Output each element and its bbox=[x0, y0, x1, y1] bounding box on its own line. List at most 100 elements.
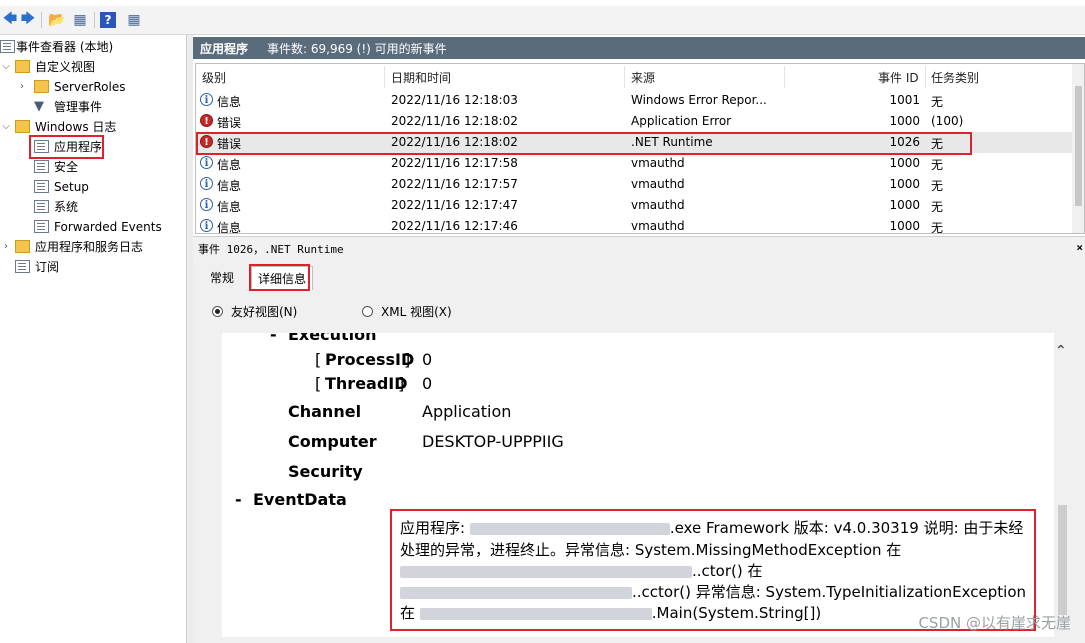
error-icon: ! bbox=[200, 114, 213, 127]
radio-label: XML 视图(X) bbox=[381, 305, 452, 319]
highlight-box bbox=[196, 132, 972, 155]
tree-item-label: Forwarded Events bbox=[54, 220, 162, 234]
event-data-line: 应用程序: .exe Framework 版本: v4.0.30319 说明: … bbox=[400, 517, 1023, 538]
xml-bracket: [ bbox=[315, 374, 322, 393]
radio-label: 友好视图(N) bbox=[231, 305, 298, 319]
xml-value-threadid: 0 bbox=[422, 374, 433, 393]
detail-tabs: 常规 详细信息 bbox=[193, 259, 1085, 291]
event-data-text: 应用程序: bbox=[400, 519, 470, 537]
collapse-chevron-icon[interactable]: ⌵ bbox=[0, 57, 12, 77]
event-level: 信息 bbox=[217, 95, 242, 109]
column-header-task[interactable]: 任务类别 bbox=[931, 69, 979, 86]
event-task: (100) bbox=[931, 114, 964, 128]
event-row[interactable]: i 信息 2022/11/16 12:17:47 vmauthd 1000 无 bbox=[196, 195, 1076, 216]
redacted-block bbox=[469, 522, 670, 535]
event-id: 1001 bbox=[889, 93, 920, 107]
event-data-text: 在 bbox=[400, 604, 420, 622]
event-data-text: ..cctor() 异常信息: System.TypeInitializatio… bbox=[632, 583, 1026, 601]
friendly-view-scrollbar[interactable]: ⌃ bbox=[1054, 333, 1070, 637]
xml-collapse-toggle[interactable]: - bbox=[235, 490, 242, 509]
event-level: 信息 bbox=[217, 221, 242, 234]
event-task: 无 bbox=[931, 95, 944, 109]
event-datetime: 2022/11/16 12:17:57 bbox=[391, 177, 518, 191]
event-row[interactable]: i 信息 2022/11/16 12:17:46 vmauthd 1000 无 bbox=[196, 216, 1076, 234]
event-data-text: .exe Framework 版本: v4.0.30319 说明: 由于未经 bbox=[669, 519, 1024, 537]
radio-unselected-icon[interactable] bbox=[362, 306, 373, 317]
column-separator[interactable] bbox=[384, 66, 385, 88]
scrollbar-thumb[interactable] bbox=[1075, 86, 1082, 206]
event-data-line: ..cctor() 异常信息: System.TypeInitializatio… bbox=[400, 581, 1026, 602]
tree-item-label: ServerRoles bbox=[54, 80, 126, 94]
column-separator[interactable] bbox=[624, 66, 625, 88]
redacted-block bbox=[400, 565, 692, 578]
event-detail-title: 事件 1026，.NET Runtime bbox=[198, 243, 344, 256]
event-source: vmauthd bbox=[631, 198, 685, 212]
tree-item-label: 自定义视图 bbox=[35, 60, 96, 74]
tree-item-label: 应用程序和服务日志 bbox=[35, 240, 144, 254]
log-title: 应用程序 bbox=[200, 42, 249, 56]
tab-general[interactable]: 常规 bbox=[204, 266, 240, 290]
folder-icon bbox=[15, 120, 30, 133]
event-datetime: 2022/11/16 12:17:58 bbox=[391, 156, 518, 170]
event-id: 1000 bbox=[889, 219, 920, 233]
xml-key-threadid: ThreadID bbox=[325, 374, 408, 393]
toolbar: 🡄 🡆 📂 ▦ ? ▦ bbox=[0, 6, 1085, 35]
action-pane-icon[interactable]: ▦ bbox=[124, 10, 144, 30]
event-row[interactable]: i 信息 2022/11/16 12:18:03 Windows Error Repo… bbox=[196, 90, 1076, 111]
scroll-up-icon[interactable]: ⌃ bbox=[1055, 343, 1067, 359]
event-list-scrollbar[interactable] bbox=[1072, 64, 1084, 233]
info-icon: i bbox=[200, 177, 213, 190]
event-level: 信息 bbox=[217, 200, 242, 214]
column-header-level[interactable]: 级别 bbox=[202, 69, 226, 86]
help-icon[interactable]: ? bbox=[100, 12, 116, 28]
event-row[interactable]: i 信息 2022/11/16 12:17:57 vmauthd 1000 无 bbox=[196, 174, 1076, 195]
back-arrow-icon[interactable]: 🡄 bbox=[0, 10, 20, 30]
toolbar-separator bbox=[41, 12, 42, 28]
event-id: 1000 bbox=[889, 177, 920, 191]
expand-chevron-icon[interactable]: › bbox=[0, 237, 12, 257]
subscription-icon bbox=[15, 260, 30, 273]
event-data-text: ..ctor() 在 bbox=[692, 562, 763, 580]
event-source: Application Error bbox=[631, 114, 732, 128]
event-data-line: 在 .Main(System.String[]) bbox=[400, 602, 821, 623]
info-icon: i bbox=[200, 198, 213, 211]
column-header-event-id[interactable]: 事件 ID bbox=[878, 69, 919, 86]
column-header-source[interactable]: 来源 bbox=[631, 69, 655, 86]
xml-collapse-toggle[interactable]: - bbox=[270, 333, 277, 344]
column-separator[interactable] bbox=[925, 66, 926, 88]
collapse-chevron-icon[interactable]: ⌵ bbox=[0, 117, 12, 137]
expand-chevron-icon[interactable]: › bbox=[16, 77, 28, 97]
event-source: vmauthd bbox=[631, 219, 685, 233]
event-count: 事件数: 69,969 (!) 可用的新事件 bbox=[267, 42, 447, 56]
xml-value-processid: 0 bbox=[422, 350, 433, 369]
event-datetime: 2022/11/16 12:18:02 bbox=[391, 114, 518, 128]
event-source: vmauthd bbox=[631, 156, 685, 170]
column-separator[interactable] bbox=[784, 66, 785, 88]
console-tree-icon[interactable]: ▦ bbox=[70, 10, 90, 30]
folder-icon bbox=[15, 240, 30, 253]
up-folder-icon[interactable]: 📂 bbox=[47, 10, 67, 30]
folder-icon bbox=[15, 60, 30, 73]
column-header-datetime[interactable]: 日期和时间 bbox=[391, 69, 451, 86]
event-level: 信息 bbox=[217, 179, 242, 193]
tree-item-label: Setup bbox=[54, 180, 89, 194]
forward-arrow-icon[interactable]: 🡆 bbox=[18, 10, 38, 30]
highlight-box bbox=[249, 264, 310, 291]
event-source: Windows Error Repor... bbox=[631, 93, 767, 107]
event-data-line: ..ctor() 在 bbox=[400, 560, 762, 581]
redacted-block bbox=[419, 607, 652, 620]
log-icon bbox=[34, 180, 49, 193]
close-icon[interactable]: × bbox=[1076, 241, 1083, 254]
tree-item-label: Windows 日志 bbox=[35, 120, 117, 134]
event-datetime: 2022/11/16 12:18:03 bbox=[391, 93, 518, 107]
tree-item-label: 管理事件 bbox=[54, 100, 103, 114]
log-icon bbox=[34, 220, 49, 233]
event-row[interactable]: i 信息 2022/11/16 12:17:58 vmauthd 1000 无 bbox=[196, 153, 1076, 174]
event-task: 无 bbox=[931, 179, 944, 193]
info-icon: i bbox=[200, 219, 213, 232]
radio-selected-icon[interactable] bbox=[212, 306, 223, 317]
redacted-block bbox=[400, 586, 632, 599]
event-row[interactable]: ! 错误 2022/11/16 12:18:02 Application Error 1… bbox=[196, 111, 1076, 132]
xml-key-security: Security bbox=[288, 462, 363, 481]
scrollbar-thumb[interactable] bbox=[1058, 505, 1067, 615]
